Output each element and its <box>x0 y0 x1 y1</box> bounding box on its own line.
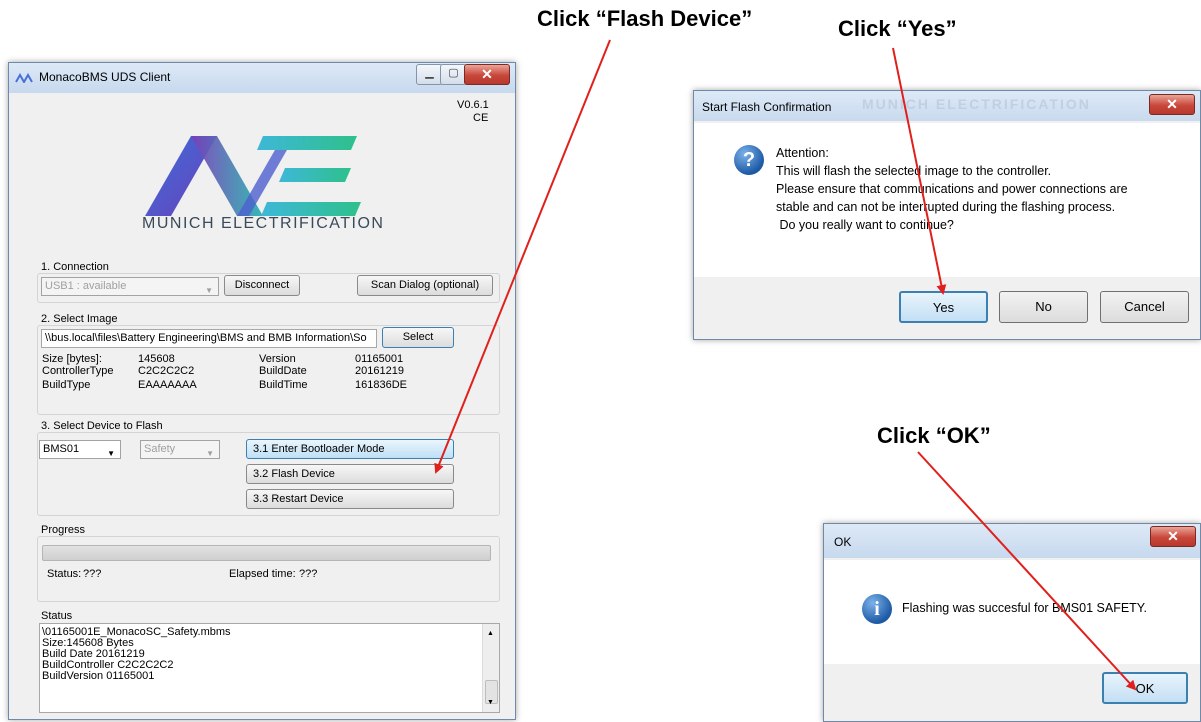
main-window-title: MonacoBMS UDS Client <box>39 70 171 84</box>
ok-titlebar: OK ✕ <box>824 524 1200 558</box>
device-type-value: Safety <box>144 443 176 455</box>
progress-bar <box>42 545 491 561</box>
annotation-click-yes: Click “Yes” <box>838 16 957 41</box>
progress-group-label: Progress <box>41 524 86 536</box>
no-button[interactable]: No <box>999 291 1088 323</box>
device-select[interactable]: BMS01 ▼ <box>39 440 121 459</box>
connection-group-label: 1. Connection <box>41 261 109 273</box>
confirm-dialog-title: Start Flash Confirmation <box>702 100 832 114</box>
connection-device-select[interactable]: USB1 : available ▼ <box>41 277 219 296</box>
connection-device-value: USB1 : available <box>45 280 127 292</box>
controller-type-key: ControllerType <box>42 365 114 377</box>
app-icon <box>15 73 33 83</box>
confirm-line: Attention: <box>776 146 829 160</box>
build-type-key: BuildType <box>42 379 91 391</box>
scroll-down-icon[interactable]: ▼ <box>487 697 494 708</box>
progress-status-value: ??? <box>83 568 102 580</box>
size-key: Size [bytes]: <box>42 353 102 365</box>
select-image-group-label: 2. Select Image <box>41 313 118 325</box>
enter-bootloader-button[interactable]: 3.1 Enter Bootloader Mode <box>246 439 454 459</box>
build-date-value: 20161219 <box>355 365 404 377</box>
version-value: 01165001 <box>355 353 404 365</box>
ok-message: Flashing was succesful for BMS01 SAFETY. <box>902 601 1148 615</box>
confirm-titlebar: Start Flash Confirmation MUNICH ELECTRIF… <box>694 91 1200 121</box>
chevron-down-icon: ▼ <box>107 449 115 458</box>
annotation-click-ok: Click “OK” <box>877 423 991 448</box>
scan-dialog-button[interactable]: Scan Dialog (optional) <box>357 275 493 296</box>
version-key: Version <box>259 353 296 365</box>
restart-device-button[interactable]: 3.3 Restart Device <box>246 489 454 509</box>
confirm-line: stable and can not be interrupted during… <box>776 200 1116 214</box>
build-time-value: 161836DE <box>355 379 407 391</box>
ok-dialog-body: i Flashing was succesful for BMS01 SAFET… <box>824 560 1200 664</box>
maximize-button[interactable]: ▢ <box>440 64 467 85</box>
ok-close-button[interactable]: ✕ <box>1150 526 1196 547</box>
disconnect-button[interactable]: Disconnect <box>224 275 300 296</box>
confirm-close-button[interactable]: ✕ <box>1149 94 1195 115</box>
annotation-click-flash-device: Click “Flash Device” <box>537 6 753 31</box>
close-button[interactable]: ✕ <box>464 64 510 85</box>
logo-text: MUNICH ELECTRIFICATION <box>142 215 385 232</box>
cancel-button[interactable]: Cancel <box>1100 291 1189 323</box>
chevron-down-icon: ▼ <box>206 449 214 458</box>
confirm-dialog-body: ? Attention: This will flash the selecte… <box>694 123 1200 277</box>
question-icon: ? <box>734 145 764 175</box>
info-icon: i <box>862 594 892 624</box>
confirm-line: Please ensure that communications and po… <box>776 182 1128 196</box>
progress-status-key: Status: <box>47 568 82 580</box>
status-log-lines: \01165001E_MonacoSC_Safety.mbms Size:145… <box>42 627 231 682</box>
status-log[interactable]: \01165001E_MonacoSC_Safety.mbms Size:145… <box>39 623 500 713</box>
status-group-label: Status <box>41 610 73 622</box>
chevron-down-icon: ▼ <box>205 286 213 295</box>
status-scrollbar[interactable]: ▲ ▼ <box>482 624 499 712</box>
scroll-up-icon[interactable]: ▲ <box>487 628 494 639</box>
munich-electrification-logo <box>145 136 361 216</box>
confirm-line: Do you really want to continue? <box>776 218 954 232</box>
watermark-text: MUNICH ELECTRIFICATION <box>862 96 1091 112</box>
elapsed-time-key: Elapsed time: <box>229 568 296 580</box>
ok-dialog-title: OK <box>834 535 852 549</box>
status-line: BuildVersion 01165001 <box>42 670 155 682</box>
select-device-group-label: 3. Select Device to Flash <box>41 420 163 432</box>
image-path-field[interactable]: \\bus.local\files\Battery Engineering\BM… <box>41 329 377 348</box>
elapsed-time-value: ??? <box>299 568 318 580</box>
build-time-key: BuildTime <box>259 379 308 391</box>
main-titlebar: MonacoBMS UDS Client ▁ ▢ ✕ <box>9 63 515 93</box>
build-date-key: BuildDate <box>259 365 307 377</box>
device-type-select[interactable]: Safety ▼ <box>140 440 220 459</box>
flash-device-button[interactable]: 3.2 Flash Device <box>246 464 454 484</box>
confirm-line: This will flash the selected image to th… <box>776 164 1052 178</box>
main-window: MonacoBMS UDS Client ▁ ▢ ✕ V0.6.1 CE MUN… <box>8 62 516 720</box>
ok-dialog: OK ✕ i Flashing was succesful for BMS01 … <box>823 523 1201 722</box>
ok-button[interactable]: OK <box>1102 672 1188 704</box>
controller-type-value: C2C2C2C2 <box>138 365 195 377</box>
start-flash-confirmation-dialog: Start Flash Confirmation MUNICH ELECTRIF… <box>693 90 1201 340</box>
edition-label: CE <box>473 112 489 124</box>
select-image-button[interactable]: Select <box>382 327 454 348</box>
yes-button[interactable]: Yes <box>899 291 988 323</box>
minimize-button[interactable]: ▁ <box>416 64 443 85</box>
version-label: V0.6.1 <box>457 99 489 111</box>
device-select-value: BMS01 <box>43 443 80 455</box>
size-value: 145608 <box>138 353 175 365</box>
build-type-value: EAAAAAAA <box>138 379 197 391</box>
